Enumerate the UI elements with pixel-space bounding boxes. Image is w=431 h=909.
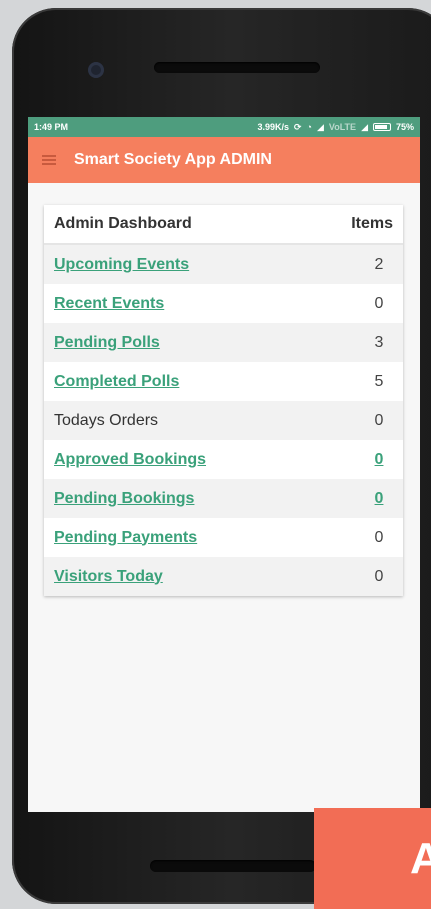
row-label[interactable]: Recent Events (54, 295, 164, 313)
table-row[interactable]: Pending Payments 0 (44, 518, 403, 557)
row-label[interactable]: Upcoming Events (54, 256, 189, 274)
battery-percent: 75% (395, 122, 414, 132)
sync-icon: ⟳ (293, 121, 302, 132)
table-body: Upcoming Events 2 Recent Events 0 Pending Po… (44, 245, 403, 596)
overlay-banner: A (314, 808, 431, 909)
earpiece-speaker (154, 62, 320, 73)
row-label[interactable]: Completed Polls (54, 373, 179, 391)
table-row[interactable]: Approved Bookings 0 (44, 440, 403, 479)
wifi-icon: ◔ (306, 122, 312, 132)
row-value: 5 (374, 372, 384, 390)
bottom-speaker (150, 860, 316, 872)
header-title: Admin Dashboard (54, 215, 192, 232)
status-time: 1:49 PM (34, 122, 69, 132)
network-speed: 3.99K/s (257, 122, 289, 132)
row-value[interactable]: 0 (365, 490, 393, 508)
row-label[interactable]: Pending Payments (54, 529, 197, 547)
signal-icon-2: ◢ (361, 121, 368, 132)
table-header: Admin Dashboard Items (44, 205, 403, 245)
row-label[interactable]: Pending Polls (54, 334, 160, 352)
front-camera (88, 62, 104, 78)
row-value: 0 (374, 411, 384, 429)
row-label[interactable]: Visitors Today (54, 568, 163, 586)
row-value[interactable]: 0 (365, 451, 393, 469)
phone-screen: 1:49 PM 3.99K/s ⟳ ◔ ◢ VoLTE ◢ 75% Smart … (28, 117, 420, 812)
table-row[interactable]: Recent Events 0 (44, 284, 403, 323)
hamburger-icon[interactable] (42, 155, 56, 165)
volte-label: VoLTE (328, 122, 357, 132)
row-value: 0 (374, 294, 384, 312)
row-value: 0 (374, 528, 384, 546)
table-row[interactable]: Upcoming Events 2 (44, 245, 403, 284)
table-row[interactable]: Pending Polls 3 (44, 323, 403, 362)
row-label[interactable]: Pending Bookings (54, 490, 194, 508)
table-row: Todays Orders 0 (44, 401, 403, 440)
table-row[interactable]: Visitors Today 0 (44, 557, 403, 596)
header-items: Items (351, 215, 393, 232)
row-value: 2 (374, 255, 384, 273)
status-indicators: 3.99K/s ⟳ ◔ ◢ VoLTE ◢ 75% (257, 122, 414, 133)
battery-icon (372, 123, 391, 131)
signal-icon: ◢ (316, 121, 324, 132)
status-bar: 1:49 PM 3.99K/s ⟳ ◔ ◢ VoLTE ◢ 75% (28, 117, 420, 137)
table-row[interactable]: Pending Bookings 0 (44, 479, 403, 518)
app-title: Smart Society App ADMIN (74, 151, 272, 168)
row-label: Todays Orders (54, 411, 159, 429)
row-value: 3 (374, 333, 384, 351)
app-bar: Smart Society App ADMIN (28, 137, 420, 183)
row-label[interactable]: Approved Bookings (54, 451, 206, 469)
table-row[interactable]: Completed Polls 5 (44, 362, 403, 401)
overlay-text: A (410, 833, 431, 883)
dashboard-table: Admin Dashboard Items Upcoming Events 2 Re… (44, 205, 403, 596)
row-value: 0 (374, 567, 384, 585)
